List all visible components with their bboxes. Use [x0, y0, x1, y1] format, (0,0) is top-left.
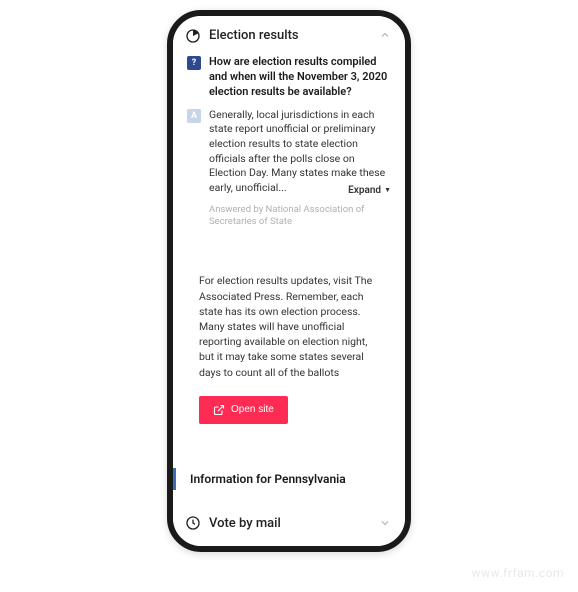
answer-text: Generally, local jurisdictions in each s… [209, 108, 391, 196]
state-section-title: Information for Pennsylvania [173, 468, 405, 490]
qa-block: ? How are election results compiled and … [173, 55, 405, 243]
phone-frame: Election results ? How are election resu… [167, 10, 411, 552]
question-row: ? How are election results compiled and … [187, 55, 391, 100]
info-block: For election results updates, visit The … [173, 243, 405, 440]
info-body: For election results updates, visit The … [199, 273, 379, 380]
attribution-text: Answered by National Association of Secr… [187, 204, 391, 230]
screen: Election results ? How are election resu… [173, 16, 405, 546]
external-link-icon [213, 404, 225, 416]
expand-button[interactable]: Expand ▼ [338, 185, 391, 196]
question-text: How are election results compiled and wh… [209, 55, 391, 100]
caret-down-icon: ▼ [384, 186, 391, 194]
open-site-button[interactable]: Open site [199, 396, 288, 424]
section-election-results[interactable]: Election results [173, 16, 405, 55]
clock-icon [185, 515, 201, 531]
watermark: www.frfam.com [472, 566, 564, 580]
chevron-up-icon [379, 26, 391, 45]
expand-label: Expand [348, 185, 381, 196]
vote-by-mail-label: Vote by mail [209, 516, 371, 531]
section-vote-by-mail[interactable]: Vote by mail [173, 504, 405, 543]
section-title: Election results [209, 28, 371, 43]
answer-badge-icon: A [187, 109, 201, 123]
pie-chart-icon [185, 28, 201, 44]
section-polling-place[interactable]: Find your polling place [173, 543, 405, 546]
chevron-down-icon [379, 514, 391, 533]
answer-row: A Generally, local jurisdictions in each… [187, 108, 391, 196]
open-site-label: Open site [231, 404, 274, 415]
question-badge-icon: ? [187, 56, 201, 70]
